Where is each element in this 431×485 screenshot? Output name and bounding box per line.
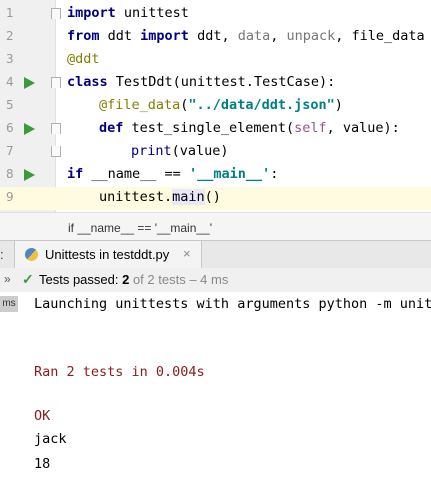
code-token: unittest. <box>99 189 173 205</box>
code-text: @ddt <box>67 51 100 67</box>
code-token: , <box>270 28 287 44</box>
chevron-right-icon[interactable]: » <box>4 272 11 286</box>
console-line: Ran 2 tests in 0.004s <box>34 364 205 380</box>
code-token: : <box>270 166 279 182</box>
code-token: test_single_element( <box>123 120 295 136</box>
breadcrumb[interactable]: if __name__ == '__main__' <box>68 221 212 235</box>
code-editor[interactable]: 1 import unittest 2 from ddt import ddt, da… <box>0 0 431 212</box>
code-token: def <box>99 120 124 136</box>
code-token: unpack <box>286 28 336 44</box>
code-token: (value) <box>171 143 229 159</box>
run-tool-window-tabs: : Unittests in testddt.py × <box>0 240 431 270</box>
tests-passed-prefix: Tests passed: <box>39 272 123 287</box>
code-token: class <box>67 74 108 90</box>
code-line[interactable]: 5 @file_data("../data/ddt.json") <box>0 95 431 118</box>
code-text: unittest.main() <box>99 189 221 205</box>
tab-prefix: : <box>0 247 4 262</box>
code-text: from ddt import ddt, data, unpack, file_… <box>67 28 425 44</box>
code-text: print(value) <box>131 143 229 159</box>
code-token: from <box>67 28 100 44</box>
code-text: def test_single_element(self, value): <box>99 120 400 136</box>
code-line[interactable]: 9 unittest.main() <box>0 187 431 210</box>
code-token: @file_data <box>99 97 181 113</box>
code-text: @file_data("../data/ddt.json") <box>99 97 343 113</box>
line-number: 6 <box>6 121 14 135</box>
line-number: 5 <box>6 98 14 112</box>
console-output[interactable]: ms Launching unittests with arguments py… <box>0 292 431 485</box>
code-token: '__main__' <box>188 166 271 182</box>
python-icon <box>25 248 38 261</box>
breadcrumb-bar: if __name__ == '__main__' <box>0 212 431 241</box>
code-token: if <box>67 166 84 182</box>
code-token: () <box>204 189 221 205</box>
fold-icon[interactable] <box>51 77 61 88</box>
code-token: print <box>131 143 172 159</box>
code-line[interactable]: 7 print(value) <box>0 141 431 164</box>
code-line[interactable]: 3 @ddt <box>0 49 431 72</box>
test-status-bar: » ✓ Tests passed: 2 of 2 tests – 4 ms <box>0 268 431 293</box>
code-token: TestDdt(unittest.TestCase): <box>107 74 336 90</box>
code-token: , value): <box>326 120 400 136</box>
tests-passed-detail: of 2 tests – 4 ms <box>129 272 229 287</box>
code-token: import <box>140 28 189 44</box>
check-icon: ✓ <box>22 271 34 287</box>
run-icon[interactable] <box>24 169 35 181</box>
code-line[interactable]: 1 import unittest <box>0 3 431 26</box>
line-number: 4 <box>6 75 14 89</box>
code-token: import <box>67 5 116 21</box>
line-number: 8 <box>6 167 14 181</box>
console-line: jack <box>34 431 67 447</box>
code-token: self <box>294 120 327 136</box>
code-line[interactable]: 2 from ddt import ddt, data, unpack, file… <box>0 26 431 49</box>
fold-icon[interactable] <box>51 146 61 157</box>
line-number: 7 <box>6 144 14 158</box>
code-line[interactable]: 6 def test_single_element(self, value): <box>0 118 431 141</box>
code-token: ) <box>334 97 343 113</box>
tab-unittests[interactable]: Unittests in testddt.py × <box>14 241 202 269</box>
console-line: 18 <box>34 456 51 472</box>
line-number: 3 <box>6 52 14 66</box>
tab-label: Unittests in testddt.py <box>45 247 170 262</box>
console-line: Launching unittests with arguments pytho… <box>34 296 431 312</box>
code-token: "../data/ddt.json" <box>188 97 335 113</box>
fold-icon[interactable] <box>51 8 61 19</box>
console-line: OK <box>34 408 51 424</box>
line-number: 1 <box>6 6 14 20</box>
code-line[interactable]: 4 class TestDdt(unittest.TestCase): <box>0 72 431 95</box>
code-text: if __name__ == '__main__': <box>67 166 278 182</box>
duration-badge: ms <box>0 296 18 312</box>
code-token: ddt <box>99 28 141 44</box>
code-line[interactable]: 8 if __name__ == '__main__': <box>0 164 431 187</box>
line-number: 9 <box>6 190 14 204</box>
code-token: __name__ == <box>83 166 189 182</box>
code-text: import unittest <box>67 5 189 21</box>
run-icon[interactable] <box>24 77 35 89</box>
code-token: data <box>237 28 271 44</box>
code-token: @ddt <box>67 51 100 67</box>
code-text: class TestDdt(unittest.TestCase): <box>67 74 335 90</box>
run-icon[interactable] <box>24 123 35 135</box>
code-token: ddt, <box>188 28 238 44</box>
code-token: , file_data <box>335 28 425 44</box>
fold-icon[interactable] <box>51 123 61 134</box>
tests-passed-text: Tests passed: 2 of 2 tests – 4 ms <box>39 272 228 287</box>
close-icon[interactable]: × <box>183 246 191 261</box>
code-token: unittest <box>115 5 189 21</box>
line-number: 2 <box>6 29 14 43</box>
code-token: main <box>172 189 205 205</box>
